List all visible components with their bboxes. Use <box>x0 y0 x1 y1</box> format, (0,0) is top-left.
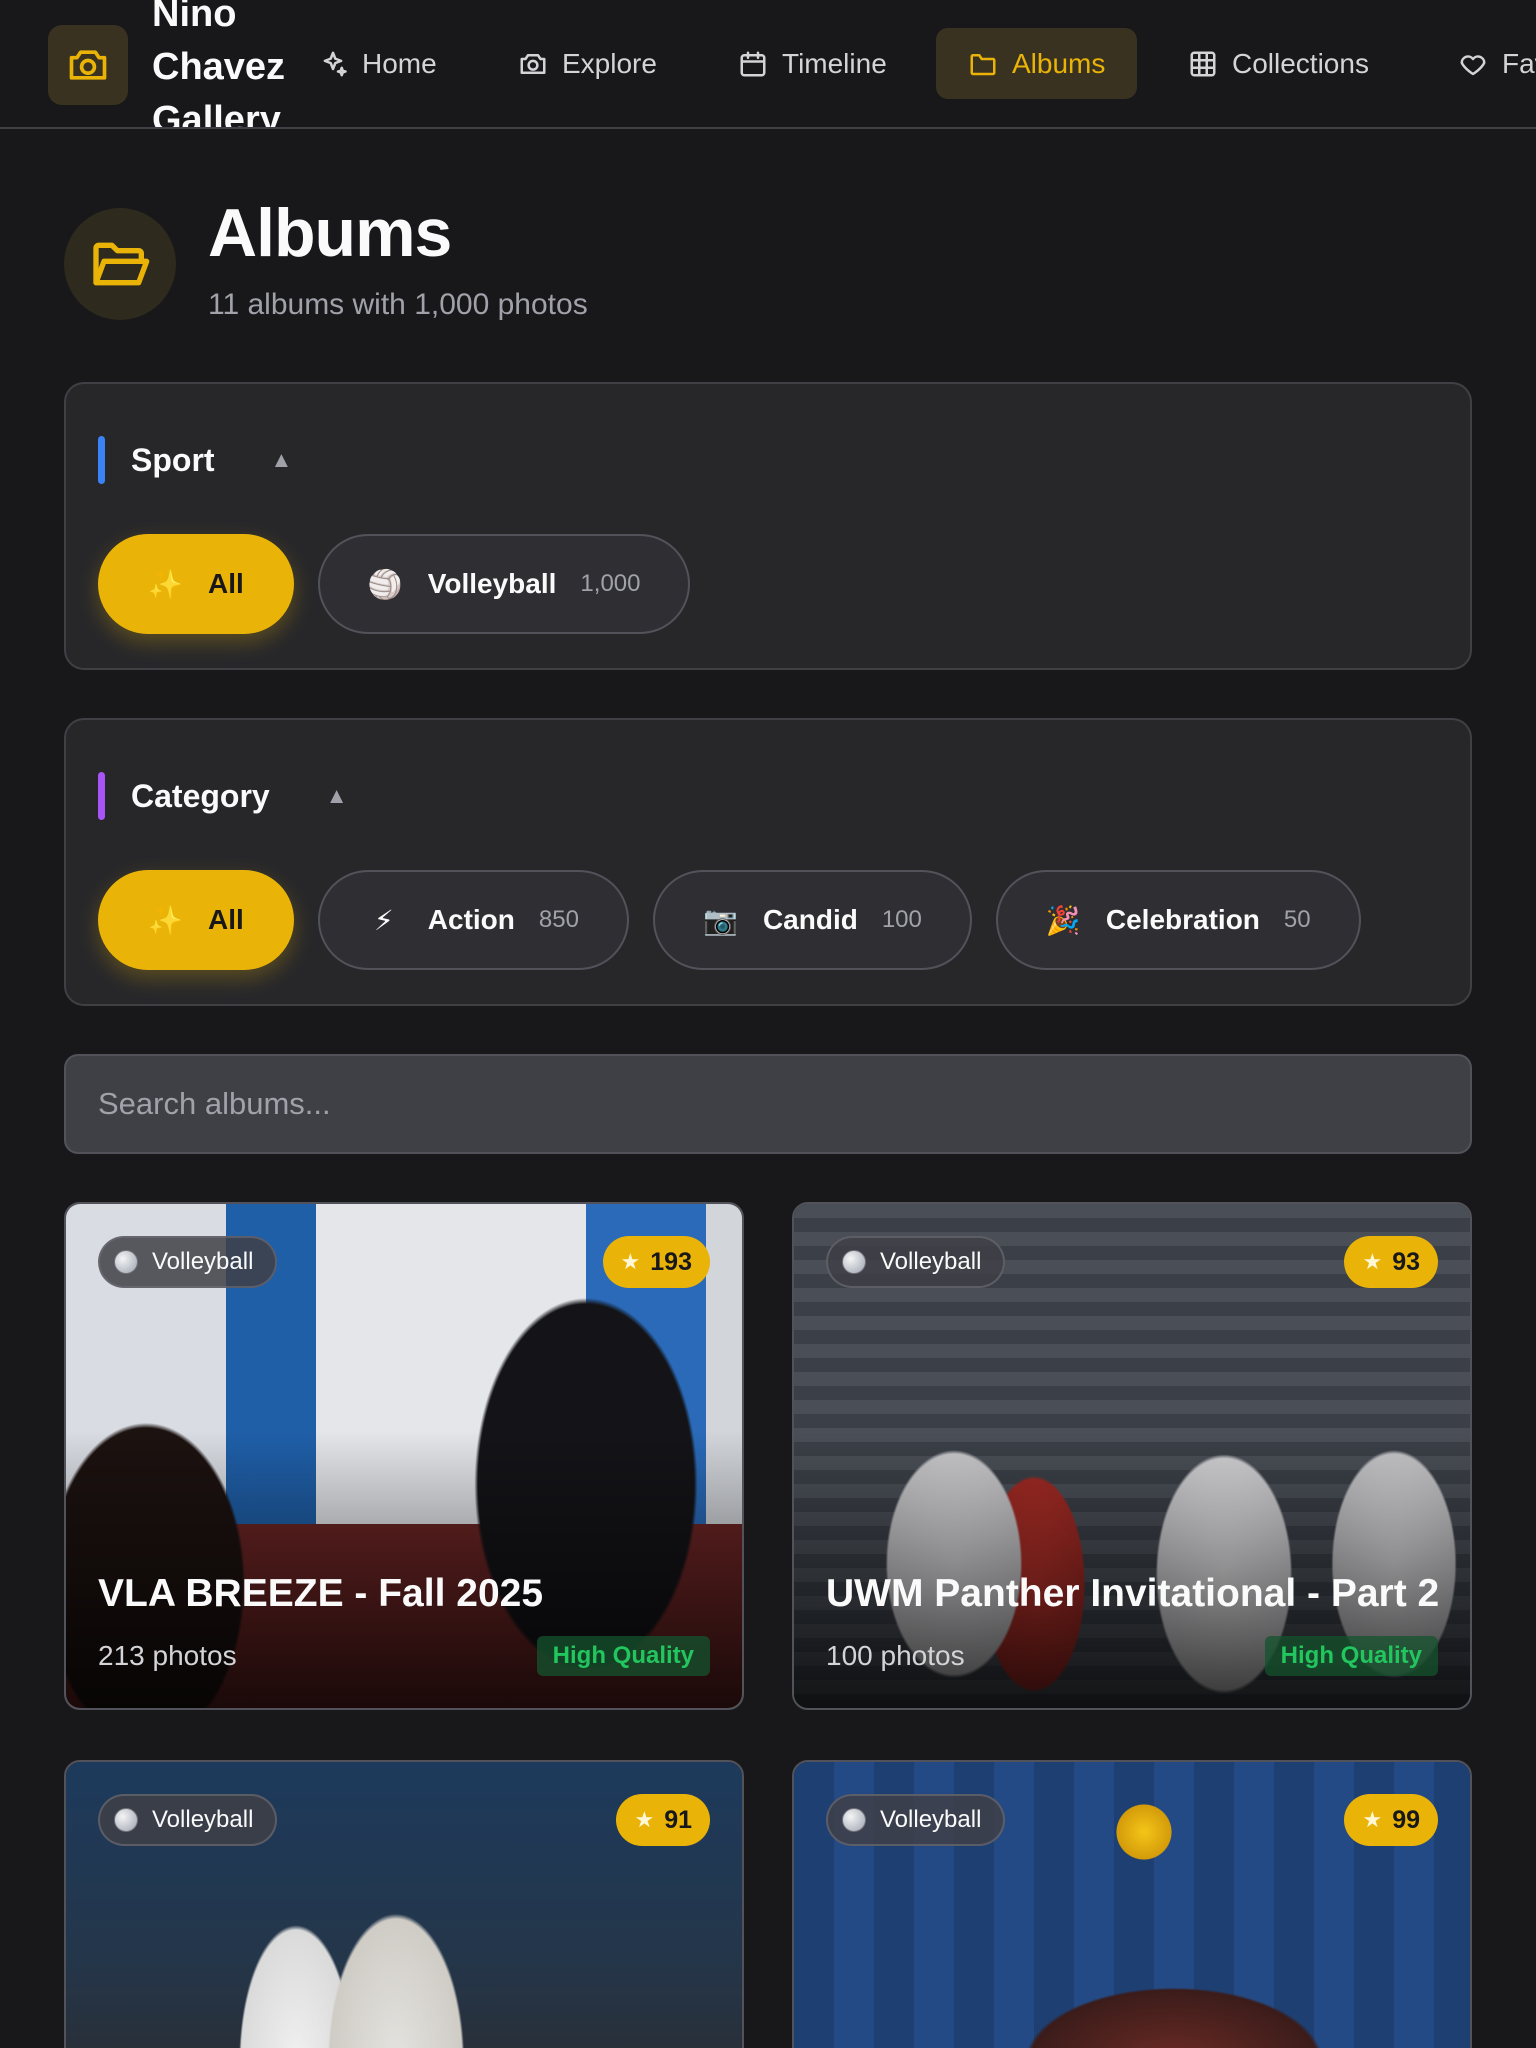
collapse-caret-icon[interactable]: ▲ <box>326 783 348 809</box>
nav-favorites[interactable]: Favorites <box>1426 28 1536 99</box>
category-filter-panel: Category ▲ ✨ All ⚡ Action 850 📷 Candid 1… <box>64 718 1472 1006</box>
chip-count: 100 <box>881 906 922 933</box>
album-card[interactable]: Volleyball ★ 93 UWM Panther Invitational… <box>792 1202 1472 1710</box>
score-value: 99 <box>1392 1805 1420 1834</box>
sparkles-icon: ✨ <box>148 568 183 600</box>
album-title: UWM Panther Invitational - Part 2 <box>826 1572 1440 1615</box>
chip-count: 50 <box>1283 906 1311 933</box>
star-icon: ★ <box>620 1249 641 1274</box>
score-badge: ★ 93 <box>1344 1236 1438 1288</box>
sparkles-icon <box>323 51 347 76</box>
star-icon: ★ <box>1362 1249 1383 1274</box>
nav-home[interactable]: Home <box>286 28 469 99</box>
chip-label: Volleyball <box>427 568 557 599</box>
category-chip-celebration[interactable]: 🎉 Celebration 50 <box>995 870 1361 970</box>
sport-filter-toggle[interactable]: Sport ▲ <box>98 436 292 484</box>
nav-timeline-label: Timeline <box>782 47 887 79</box>
chip-count: 1,000 <box>580 570 641 597</box>
photo-count: 213 photos <box>98 1640 237 1671</box>
category-chip-all[interactable]: ✨ All <box>98 870 294 970</box>
volleyball-icon <box>114 1808 138 1832</box>
page-title: Albums <box>208 195 452 271</box>
score-badge: ★ 193 <box>602 1236 710 1288</box>
sport-badge: Volleyball <box>826 1794 1006 1846</box>
chip-label: Action <box>427 904 515 935</box>
chip-count: 850 <box>538 906 579 933</box>
chip-label: Celebration <box>1105 904 1260 935</box>
score-value: 193 <box>650 1247 692 1276</box>
sport-filter-panel: Sport ▲ ✨ All 🏐 Volleyball 1,000 <box>64 382 1472 670</box>
sport-badge-label: Volleyball <box>152 1806 254 1833</box>
lightning-icon: ⚡ <box>373 904 394 936</box>
score-value: 93 <box>1392 1247 1420 1276</box>
camera-icon <box>520 53 546 74</box>
sport-accent-bar <box>98 436 105 484</box>
grid-icon <box>1190 51 1216 76</box>
nav-home-label: Home <box>362 47 437 79</box>
folder-icon <box>970 53 996 75</box>
sport-badge: Volleyball <box>98 1794 278 1846</box>
quality-badge: High Quality <box>1264 1636 1438 1676</box>
volleyball-icon: 🏐 <box>367 568 403 600</box>
top-nav: Nino Chavez Gallery Home Explore Timelin… <box>0 0 1536 129</box>
volleyball-icon <box>842 1808 866 1832</box>
score-value: 91 <box>664 1805 692 1834</box>
nav-albums-label: Albums <box>1012 47 1106 79</box>
chip-label: All <box>208 568 244 599</box>
sport-badge-label: Volleyball <box>880 1248 982 1275</box>
nav-timeline[interactable]: Timeline <box>706 28 919 99</box>
chip-label: Candid <box>762 904 858 935</box>
volleyball-icon <box>114 1250 138 1274</box>
category-filter-label: Category <box>131 777 270 814</box>
nav-explore[interactable]: Explore <box>486 28 689 99</box>
folder-open-icon <box>64 208 176 320</box>
score-badge: ★ 91 <box>616 1794 710 1846</box>
category-chip-candid[interactable]: 📷 Candid 100 <box>652 870 972 970</box>
chip-label: All <box>208 904 244 935</box>
star-icon: ★ <box>1362 1807 1383 1832</box>
brand-title[interactable]: Nino Chavez Gallery <box>152 0 302 127</box>
sport-badge-label: Volleyball <box>152 1248 254 1275</box>
heart-icon <box>1460 54 1486 75</box>
sport-badge-label: Volleyball <box>880 1806 982 1833</box>
sport-chip-all[interactable]: ✨ All <box>98 534 294 634</box>
camera-logo-icon[interactable] <box>48 25 128 105</box>
search-albums-input[interactable] <box>64 1054 1472 1154</box>
star-icon: ★ <box>634 1807 655 1832</box>
score-badge: ★ 99 <box>1344 1794 1438 1846</box>
nav-collections[interactable]: Collections <box>1156 28 1401 99</box>
album-card[interactable]: Volleyball ★ 91 <box>64 1760 744 2048</box>
album-title: VLA BREEZE - Fall 2025 <box>98 1572 544 1615</box>
nav-collections-label: Collections <box>1232 47 1369 79</box>
page-subtitle: 11 albums with 1,000 photos <box>208 288 588 321</box>
category-chip-action[interactable]: ⚡ Action 850 <box>317 870 629 970</box>
collapse-caret-icon[interactable]: ▲ <box>271 447 293 473</box>
camera-flash-icon: 📷 <box>702 904 738 936</box>
nav-albums[interactable]: Albums <box>936 28 1138 99</box>
album-card[interactable]: Volleyball ★ 99 <box>792 1760 1472 2048</box>
sport-badge: Volleyball <box>98 1236 278 1288</box>
sparkles-icon: ✨ <box>148 904 183 936</box>
quality-badge: High Quality <box>536 1636 710 1676</box>
album-card[interactable]: Volleyball ★ 193 VLA BREEZE - Fall 2025 … <box>64 1202 744 1710</box>
category-accent-bar <box>98 772 105 820</box>
sport-chip-volleyball[interactable]: 🏐 Volleyball 1,000 <box>317 534 691 634</box>
calendar-icon <box>740 51 766 76</box>
photo-count: 100 photos <box>826 1640 965 1671</box>
volleyball-icon <box>842 1250 866 1274</box>
category-filter-toggle[interactable]: Category ▲ <box>98 772 347 820</box>
sport-badge: Volleyball <box>826 1236 1006 1288</box>
party-popper-icon: 🎉 <box>1045 904 1081 936</box>
nav-favorites-label: Favorites <box>1502 47 1536 79</box>
sport-filter-label: Sport <box>131 441 215 478</box>
nav-explore-label: Explore <box>562 47 657 79</box>
